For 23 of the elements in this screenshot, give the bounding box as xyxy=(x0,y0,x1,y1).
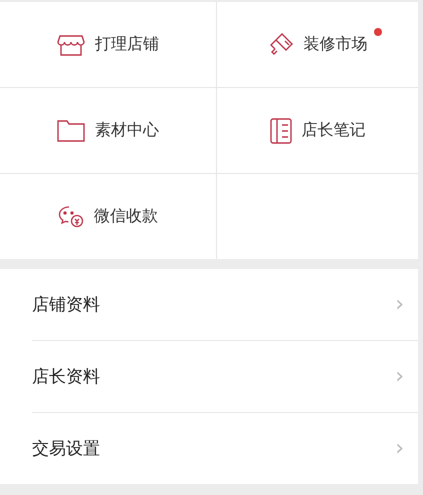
notebook-icon xyxy=(270,118,292,144)
folder-icon xyxy=(57,120,85,142)
tile-label: 微信收款 xyxy=(94,206,158,227)
menu-label: 店铺资料 xyxy=(32,294,100,316)
shortcut-tile[interactable]: 店长笔记 xyxy=(217,88,418,174)
paint-roller-icon xyxy=(268,32,294,58)
tile-label: 打理店铺 xyxy=(95,34,159,55)
shortcut-tile[interactable]: 装修市场 xyxy=(217,2,418,88)
chevron-icon: › xyxy=(395,436,404,461)
tile-label: 素材中心 xyxy=(95,120,159,141)
shortcut-tile[interactable]: 素材中心 xyxy=(0,88,217,174)
menu-label: 店长资料 xyxy=(32,366,100,388)
storefront-icon xyxy=(57,34,85,56)
chevron-icon: › xyxy=(395,292,404,317)
menu-row[interactable]: 交易设置 › xyxy=(32,413,418,484)
chat-bubble-icon xyxy=(58,204,84,228)
shortcut-tile[interactable]: 打理店铺 xyxy=(0,2,217,88)
menu-row[interactable]: 店长资料 › xyxy=(32,341,418,413)
menu-row[interactable]: 店铺资料 › xyxy=(32,269,418,341)
menu-label: 交易设置 xyxy=(32,438,100,460)
tile-label: 装修市场 xyxy=(304,34,368,55)
chevron-icon: › xyxy=(395,364,404,389)
tile-label: 店长笔记 xyxy=(302,120,366,141)
